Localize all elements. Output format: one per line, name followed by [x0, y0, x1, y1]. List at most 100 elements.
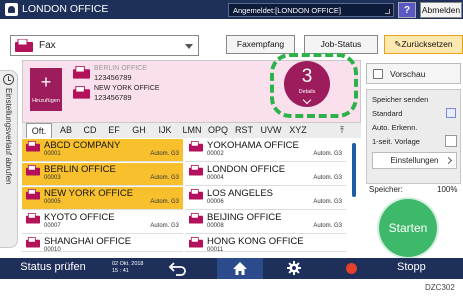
settings-button[interactable]: Einstellungen [372, 152, 457, 169]
fax-icon [26, 141, 40, 152]
entry-number: 00010 [44, 247, 61, 252]
settings-label: Einstellungen [390, 156, 439, 165]
gear-icon[interactable] [287, 261, 301, 275]
stop-icon[interactable] [346, 263, 357, 274]
home-button[interactable] [217, 258, 263, 279]
mode-select[interactable]: Fax [10, 35, 199, 56]
address-entry[interactable]: BEIJING OFFICE 00008 Autom. G3 [185, 211, 346, 234]
time-text: 15 : 41 [112, 268, 129, 274]
entry-name: BERLIN OFFICE [44, 164, 116, 175]
address-entry[interactable]: YOKOHAMA OFFICE 00002 Autom. G3 [185, 139, 346, 162]
entry-name: SHANGHAI OFFICE [44, 236, 132, 247]
tab-opq[interactable]: OPQ [206, 123, 230, 138]
back-icon[interactable] [168, 260, 188, 277]
fax-icon [73, 86, 90, 99]
plus-icon: + [40, 72, 52, 92]
entry-type: Autom. G3 [150, 223, 179, 229]
mode-label: Fax [39, 40, 56, 51]
entry-number: 00002 [207, 151, 224, 157]
tab-gh[interactable]: GH [128, 123, 150, 138]
check-status-button[interactable]: Status prüfen [8, 261, 98, 273]
tab-xyz[interactable]: XYZ [286, 123, 310, 138]
document-icon [445, 135, 457, 147]
destination-count: 3 [301, 66, 313, 87]
entry-number: 00008 [207, 223, 224, 229]
setting-original-type[interactable]: 1-seit. Vorlage [372, 137, 420, 146]
reset-button[interactable]: ✎ Zurücksetzen [384, 35, 463, 54]
entry-number: 00007 [44, 223, 61, 229]
address-entry[interactable]: LOS ANGELES 00006 Autom. G3 [185, 187, 346, 210]
scan-settings-panel: Speicher senden Standard Auto. Erkenn. 1… [366, 89, 461, 184]
fax-receive-button[interactable]: Faxempfang [226, 35, 295, 54]
preview-checkbox[interactable] [373, 69, 383, 79]
entry-name: BEIJING OFFICE [207, 212, 282, 223]
setting-resolution[interactable]: Standard [372, 109, 402, 118]
address-entry[interactable]: NEW YORK OFFICE 00005 Autom. G3 [22, 187, 183, 210]
fax-icon [26, 165, 40, 176]
tab-cd[interactable]: CD [80, 123, 100, 138]
entry-name: HONG KONG OFFICE [207, 236, 304, 247]
login-status-field[interactable]: Angemeldet:[LONDON OFFICE] [228, 3, 394, 17]
logout-button[interactable]: Abmelden [420, 2, 462, 18]
address-entry[interactable]: LONDON OFFICE 00004 Autom. G3 [185, 163, 346, 186]
add-destination-button[interactable]: + Hinzufügen [30, 68, 62, 111]
tab-lmn[interactable]: LMN [180, 123, 204, 138]
details-button[interactable]: 3 Details [284, 61, 330, 107]
preview-toggle[interactable]: Vorschau [366, 63, 461, 84]
fax-icon [26, 237, 40, 248]
history-tab[interactable]: Einstellungsverlauf abrufen [0, 70, 18, 248]
entry-name: KYOTO OFFICE [44, 212, 115, 223]
entry-number: 00003 [44, 175, 61, 181]
destination-number: 123456789 [94, 93, 132, 102]
alphabet-tabs: Oft. AB CD EF GH IJK LMN OPQ RST UVW XYZ… [22, 123, 361, 138]
address-entry[interactable]: SHANGHAI OFFICE 00010 [22, 235, 183, 252]
clock-icon [3, 74, 14, 85]
job-status-button[interactable]: Job-Status [304, 35, 378, 54]
fax-icon [189, 189, 203, 200]
date-time: 02 Okt. 2018 15 : 41 [112, 261, 144, 275]
entry-number: 00004 [207, 175, 224, 181]
stop-button[interactable]: Stopp [397, 261, 426, 273]
tab-rst[interactable]: RST [232, 123, 256, 138]
address-entry[interactable]: KYOTO OFFICE 00007 Autom. G3 [22, 211, 183, 234]
home-icon [233, 262, 247, 275]
pencil-icon: ✎ [394, 39, 402, 49]
caret-down-icon [185, 44, 193, 49]
address-entry[interactable]: ABCD COMPANY 00001 Autom. G3 [22, 139, 183, 162]
entry-type: Autom. G3 [150, 199, 179, 205]
setting-scan-size[interactable]: Auto. Erkenn. [372, 123, 417, 132]
fax-icon [189, 237, 203, 248]
figure-code: DZC302 [425, 283, 455, 292]
sort-icon[interactable]: ⤒ [340, 125, 344, 136]
entry-name: LOS ANGELES [207, 188, 274, 199]
tab-ijk[interactable]: IJK [154, 123, 176, 138]
entry-name: NEW YORK OFFICE [44, 188, 134, 199]
memory-value: 100% [437, 185, 458, 194]
start-button[interactable]: Starten [379, 199, 437, 257]
destination-name: NEW YORK OFFICE [94, 85, 160, 92]
resolution-icon [446, 108, 456, 118]
help-button[interactable]: ? [398, 2, 416, 18]
fax-icon [26, 213, 40, 224]
chevron-right-icon [444, 156, 453, 165]
list-scrollbar[interactable] [352, 143, 356, 197]
history-tab-label: Einstellungsverlauf abrufen [4, 88, 13, 185]
fax-icon [189, 165, 203, 176]
entry-type: Autom. G3 [313, 175, 342, 181]
entry-type: Autom. G3 [313, 199, 342, 205]
entry-type: Autom. G3 [313, 223, 342, 229]
entry-name: YOKOHAMA OFFICE [207, 140, 299, 151]
tab-ab[interactable]: AB [56, 123, 76, 138]
destination-number: 123456789 [94, 73, 132, 82]
destination-name: BERLIN OFFICE [94, 65, 147, 72]
address-entry[interactable]: HONG KONG OFFICE 00011 [185, 235, 346, 252]
app-title: LONDON OFFICE [22, 3, 109, 15]
memory-label: Speicher: [369, 185, 403, 194]
title-bar: LONDON OFFICE Angemeldet:[LONDON OFFICE]… [0, 0, 463, 19]
entry-number: 00011 [207, 247, 224, 252]
setting-store-send[interactable]: Speicher senden [372, 95, 428, 104]
tab-oft[interactable]: Oft. [26, 123, 52, 138]
tab-uvw[interactable]: UVW [258, 123, 284, 138]
address-entry[interactable]: BERLIN OFFICE 00003 Autom. G3 [22, 163, 183, 186]
tab-ef[interactable]: EF [104, 123, 124, 138]
